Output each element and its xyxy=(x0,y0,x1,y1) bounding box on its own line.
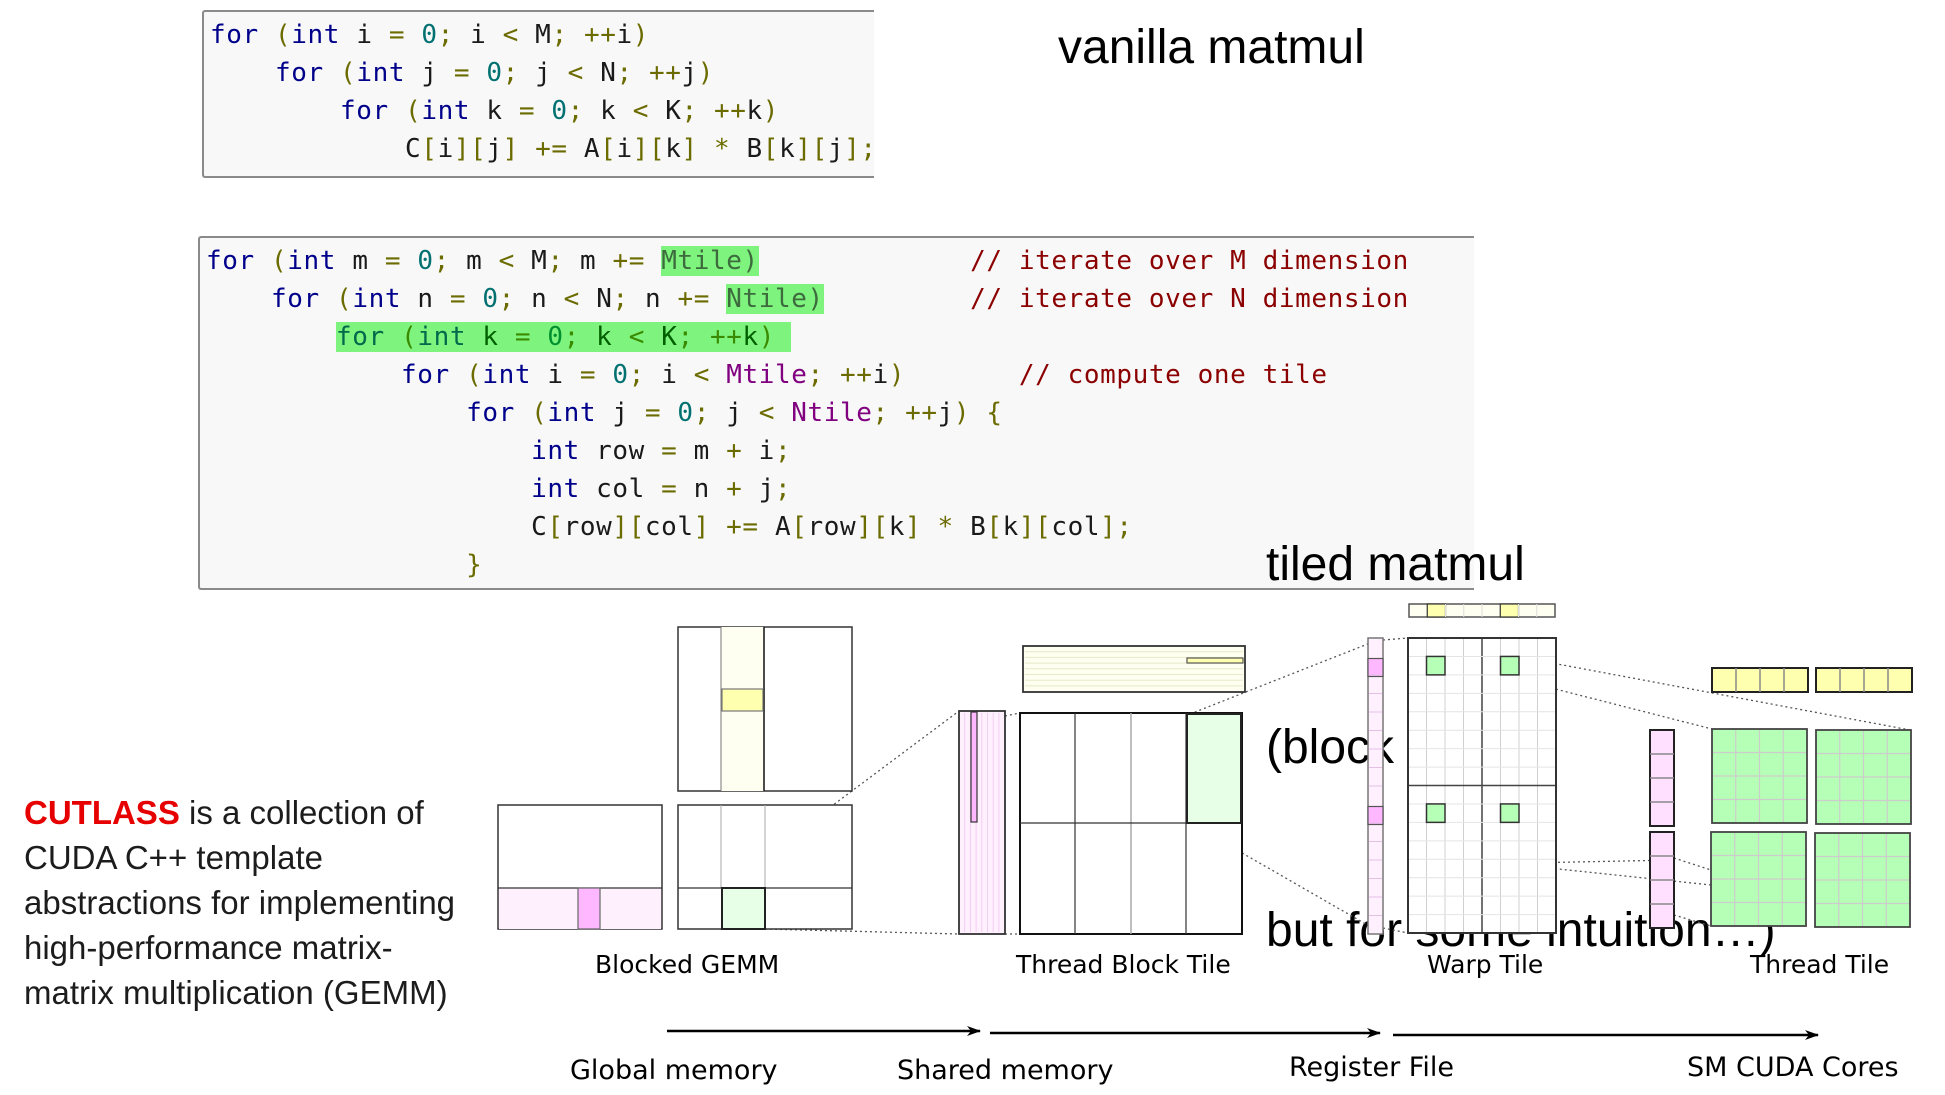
gemm-hierarchy-diagram xyxy=(497,603,1913,1040)
memory-level-register: Register File xyxy=(1289,1052,1454,1083)
projection-line xyxy=(1004,712,1021,717)
caption-thread-tile: Thread Tile xyxy=(1750,950,1890,979)
blocked-gemm-b-tile xyxy=(721,688,764,712)
matrix-shapes xyxy=(497,603,1913,935)
warp-tile-thread-tile xyxy=(1499,655,1520,676)
memory-arrows xyxy=(667,1026,1819,1040)
warp-tile-b-fragment xyxy=(1499,603,1520,618)
warp-tile-thread-tile xyxy=(1425,655,1446,676)
memory-level-global: Global memory xyxy=(570,1055,778,1086)
warp-tile-a-fragment xyxy=(1367,805,1384,826)
memory-level-shared: Shared memory xyxy=(897,1055,1114,1086)
memory-level-sm-cores: SM CUDA Cores xyxy=(1687,1052,1899,1083)
projection-line xyxy=(1382,927,1409,934)
blocked-gemm-matrix-b xyxy=(677,626,853,792)
projection-line xyxy=(1382,637,1409,641)
warp-tile-thread-tile xyxy=(1425,803,1446,824)
caption-thread-block-tile: Thread Block Tile xyxy=(1016,950,1231,979)
blocked-gemm-c-tile xyxy=(721,887,766,930)
caption-warp-tile: Warp Tile xyxy=(1427,950,1544,979)
warp-tile-a-fragment xyxy=(1367,657,1384,678)
thread-block-b-fragment xyxy=(1186,657,1244,664)
warp-tile-thread-tile xyxy=(1499,803,1520,824)
blocked-gemm-a-tile xyxy=(577,887,601,930)
caption-blocked-gemm: Blocked GEMM xyxy=(595,950,780,979)
projection-line xyxy=(1673,914,1712,927)
warp-tile-b-fragment xyxy=(1426,603,1447,618)
thread-block-warp-tile xyxy=(1186,713,1242,824)
thread-block-a-fragment xyxy=(970,711,978,823)
projection-line xyxy=(1673,857,1712,871)
